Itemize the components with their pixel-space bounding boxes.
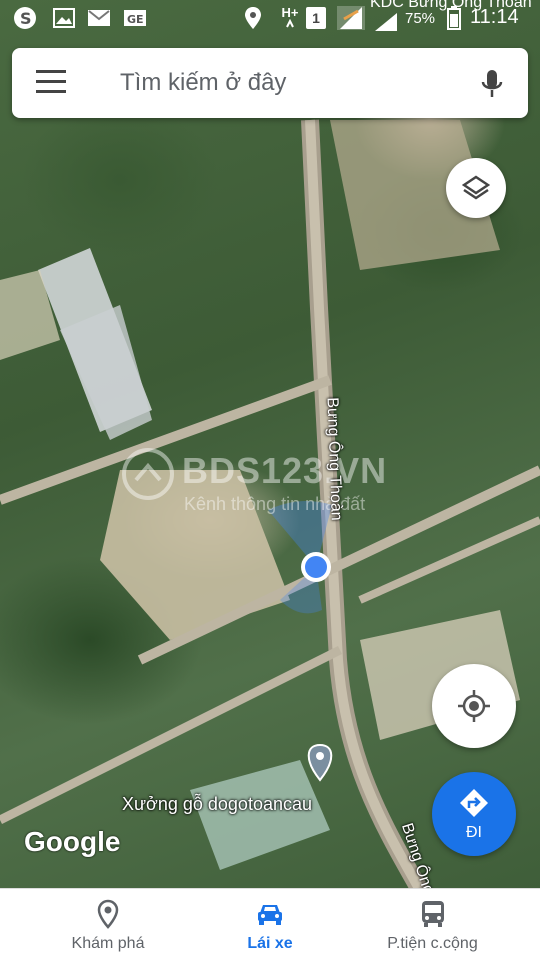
car-icon [258,905,282,925]
watermark-logo-icon [122,448,174,500]
status-bar: S GE H+ 1 KDC Bưng Ông Thoàn 75% 11:14 [0,0,540,36]
ge-icon: GE [122,6,148,30]
place-label[interactable]: Xưởng gỗ dogotoancau [122,794,312,815]
my-location-button[interactable] [432,664,516,748]
tab-explore[interactable]: Khám phá [40,889,176,961]
clock: 11:14 [470,6,519,28]
image-icon [52,6,76,30]
my-location-icon [458,690,490,722]
tab-driving-label: Lái xe [247,935,293,952]
tab-transit-label: P.tiện c.cộng [387,935,478,952]
tab-explore-label: Khám phá [71,935,145,952]
layers-button[interactable] [446,158,506,218]
bus-icon [421,901,444,927]
signal-icon [336,6,366,30]
skype-icon: S [12,6,38,30]
layers-icon [462,175,490,200]
svg-text:S: S [20,9,32,28]
bottom-nav: Khám phá Lái xe P.tiện c.cộng [0,888,540,961]
battery-icon [446,6,462,30]
search-bar[interactable] [12,48,528,118]
tab-transit[interactable]: P.tiện c.cộng [360,889,505,961]
sim-icon: 1 [306,7,326,29]
tab-driving[interactable]: Lái xe [210,889,330,961]
directions-label: ĐI [466,824,482,841]
map-view[interactable]: BDS123.VN Kênh thông tin nhà đất Bưng Ôn… [0,0,540,890]
battery-percent: 75% [405,10,436,27]
signal-icon-2 [372,10,400,34]
network-hplus-icon: H+ [278,6,302,30]
explore-pin-icon [97,899,119,929]
gmail-icon [86,6,112,30]
place-pin-icon [307,743,333,782]
svg-text:GE: GE [127,13,144,26]
watermark-title: BDS123.VN [182,450,388,491]
location-icon [242,6,264,30]
current-location-dot [305,556,327,578]
directions-button[interactable]: ĐI [432,772,516,856]
search-input[interactable] [118,62,462,104]
mic-icon[interactable] [478,68,506,100]
directions-icon [460,789,488,817]
watermark: BDS123.VN Kênh thông tin nhà đất [120,444,440,524]
google-logo: Google [24,826,121,857]
menu-icon[interactable] [36,70,68,96]
